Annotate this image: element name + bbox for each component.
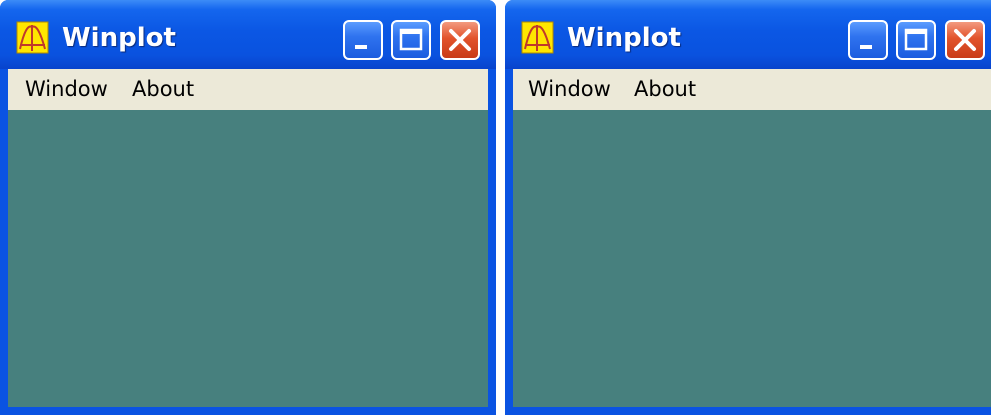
close-button[interactable] xyxy=(440,20,480,60)
window-title: Winplot xyxy=(62,23,176,53)
minimize-button[interactable] xyxy=(343,20,383,60)
close-icon xyxy=(449,29,471,51)
window-title: Winplot xyxy=(567,23,681,53)
maximize-button[interactable] xyxy=(391,20,431,60)
winplot-app-icon[interactable] xyxy=(521,21,554,54)
minimize-icon xyxy=(355,45,367,49)
close-icon xyxy=(954,29,976,51)
title-bar[interactable]: Winplot xyxy=(0,0,496,69)
menu-bar: Window About xyxy=(513,69,991,110)
menu-bar: Window About xyxy=(8,69,488,110)
menu-window[interactable]: Window xyxy=(528,77,611,101)
maximize-icon xyxy=(399,28,423,51)
plot-client-area[interactable] xyxy=(513,110,991,407)
minimize-button[interactable] xyxy=(848,20,888,60)
close-button[interactable] xyxy=(945,20,985,60)
menu-about[interactable]: About xyxy=(132,77,194,101)
winplot-app-icon[interactable] xyxy=(16,21,49,54)
maximize-icon xyxy=(904,28,928,51)
menu-about[interactable]: About xyxy=(634,77,696,101)
maximize-button[interactable] xyxy=(896,20,936,60)
menu-window[interactable]: Window xyxy=(25,77,108,101)
title-bar[interactable]: Winplot xyxy=(505,0,991,69)
plot-client-area[interactable] xyxy=(8,110,488,407)
winplot-window-right: Winplot Window About xyxy=(505,0,991,415)
winplot-window-left: Winplot Window About xyxy=(0,0,496,415)
minimize-icon xyxy=(860,45,872,49)
